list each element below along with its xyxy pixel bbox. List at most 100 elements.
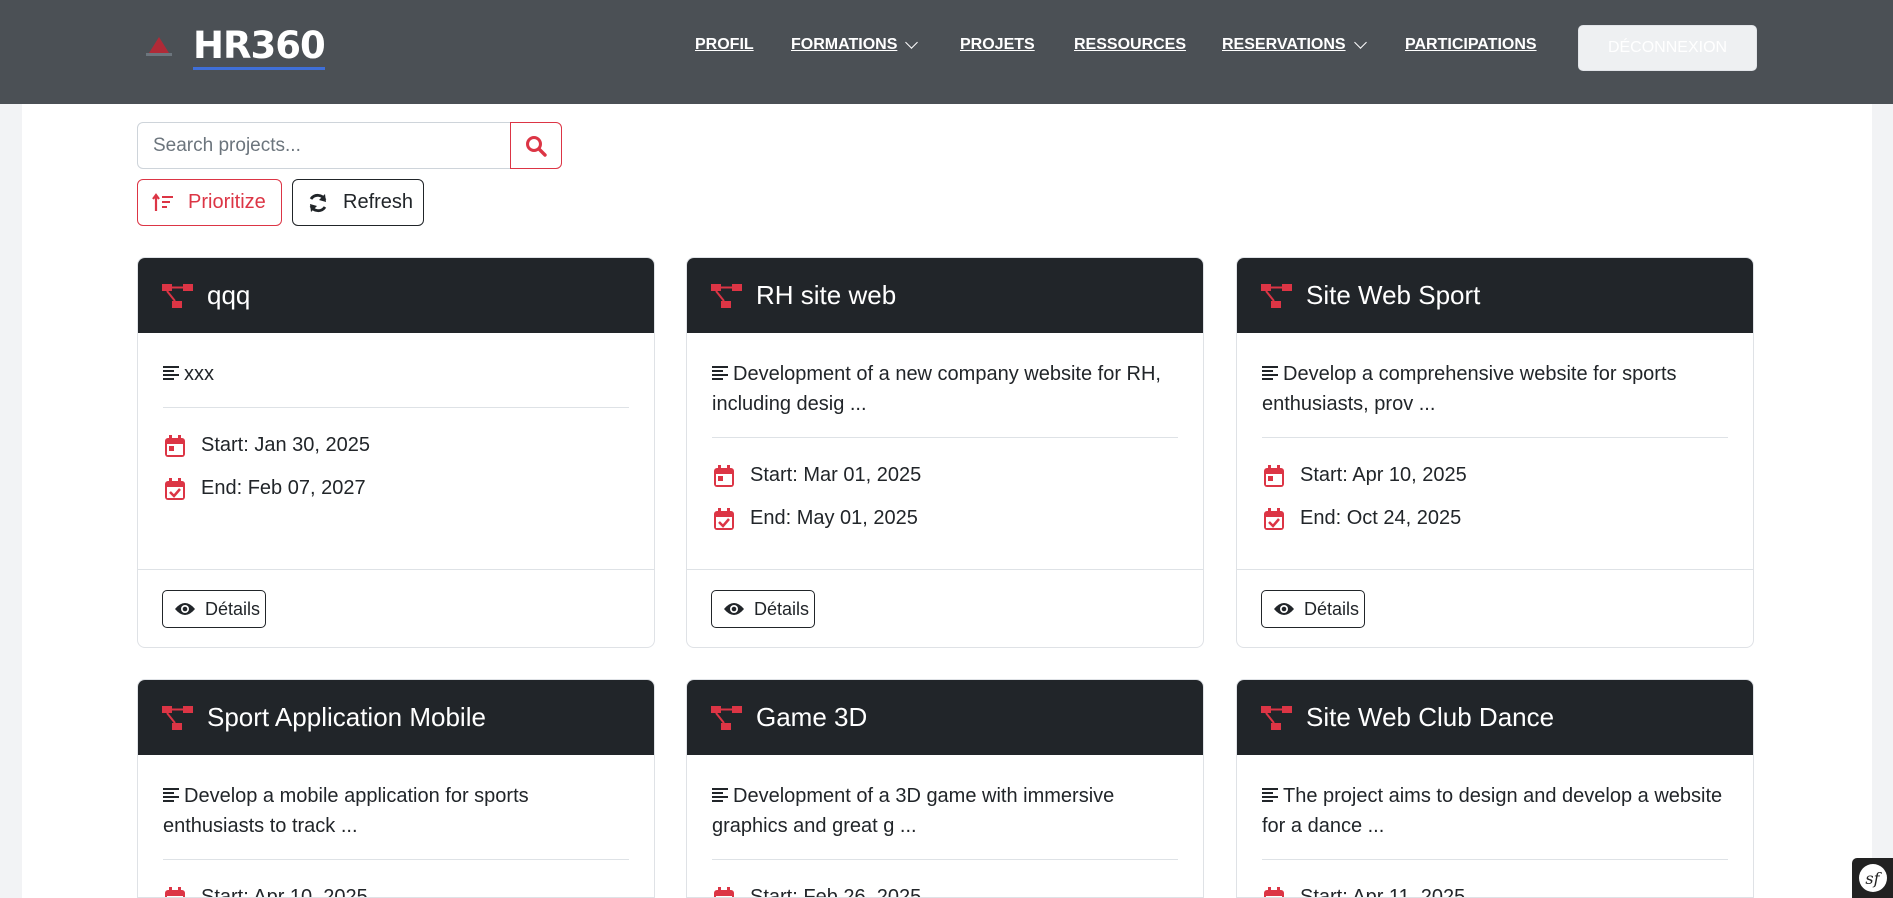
project-start-date: Start: Apr 11, 2025 [1262, 876, 1728, 898]
align-left-icon [712, 787, 728, 802]
project-description: Develop a mobile application for sports … [163, 781, 629, 841]
project-card: Site Web Sport Develop a comprehensive w… [1236, 257, 1754, 648]
project-start-date: Start: Apr 10, 2025 [163, 876, 629, 898]
prioritize-label: Prioritize [188, 191, 266, 213]
nav-formations[interactable]: FORMATIONS [791, 36, 919, 54]
align-left-icon [712, 365, 728, 380]
eye-icon [724, 603, 744, 615]
details-label: Détails [1304, 598, 1360, 619]
divider [1262, 859, 1728, 860]
calendar-icon [165, 886, 185, 897]
symfony-debug-toggle[interactable]: sf [1852, 858, 1893, 898]
calendar-check-icon [1264, 507, 1284, 530]
card-header: RH site web [687, 258, 1203, 333]
project-title: Site Web Sport [1306, 280, 1481, 310]
project-card: Site Web Club Dance The project aims to … [1236, 679, 1754, 898]
project-card: RH site web Development of a new company… [686, 257, 1204, 648]
search-button[interactable] [510, 122, 562, 169]
project-start-text: Start: Mar 01, 2025 [750, 464, 922, 486]
divider [712, 859, 1178, 860]
project-diagram-icon [711, 283, 742, 308]
project-description: Develop a comprehensive website for spor… [1262, 359, 1728, 419]
nav-formations-label: FORMATIONS [791, 36, 898, 53]
details-button[interactable]: Détails [162, 590, 266, 628]
calendar-icon [1264, 886, 1284, 897]
card-footer: Détails [1237, 569, 1753, 647]
project-end-text: End: May 01, 2025 [750, 507, 918, 529]
refresh-icon [309, 193, 327, 212]
project-description-text: xxx [184, 363, 214, 385]
logout-button[interactable]: DÉCONNEXION [1578, 25, 1757, 71]
nav-projets[interactable]: PROJETS [960, 36, 1035, 54]
nav-profil-label: PROFIL [695, 36, 754, 53]
eye-icon [175, 603, 195, 615]
card-header: Game 3D [687, 680, 1203, 755]
project-diagram-icon [162, 283, 193, 308]
project-start-text: Start: Apr 10, 2025 [201, 886, 368, 898]
project-end-date: End: May 01, 2025 [712, 497, 1178, 540]
top-navbar: HR360 PROFIL FORMATIONS PROJETS RESSOURC… [0, 0, 1893, 104]
project-description-text: The project aims to design and develop a… [1262, 785, 1723, 837]
project-description-text: Develop a mobile application for sports … [163, 785, 529, 837]
project-title: RH site web [756, 280, 897, 310]
prioritize-button[interactable]: Prioritize [137, 179, 282, 226]
details-button[interactable]: Détails [711, 590, 815, 628]
nav-reservations[interactable]: RESERVATIONS [1222, 36, 1367, 54]
project-start-text: Start: Feb 26, 2025 [750, 886, 922, 898]
calendar-check-icon [714, 507, 734, 530]
card-header: Sport Application Mobile [138, 680, 654, 755]
divider [1262, 437, 1728, 438]
card-header: Site Web Sport [1237, 258, 1753, 333]
divider [163, 407, 629, 408]
project-description: Development of a new company website for… [712, 359, 1178, 419]
divider [163, 859, 629, 860]
calendar-check-icon [165, 477, 185, 500]
search-icon [526, 135, 547, 157]
align-left-icon [1262, 365, 1278, 380]
project-title: Sport Application Mobile [207, 702, 486, 732]
align-left-icon [163, 365, 179, 380]
project-start-text: Start: Apr 10, 2025 [1300, 464, 1467, 486]
calendar-icon [1264, 464, 1284, 487]
card-footer: Détails [138, 569, 654, 647]
project-diagram-icon [711, 705, 742, 730]
project-description-text: Development of a 3D game with immersive … [712, 785, 1115, 837]
project-start-date: Start: Apr 10, 2025 [1262, 454, 1728, 497]
project-title: Site Web Club Dance [1306, 702, 1555, 732]
project-card: Game 3D Development of a 3D game with im… [686, 679, 1204, 898]
card-header: qqq [138, 258, 654, 333]
chevron-down-icon [1353, 36, 1367, 49]
align-left-icon [1262, 787, 1278, 802]
eye-icon [1274, 603, 1294, 615]
project-diagram-icon [162, 705, 193, 730]
details-button[interactable]: Détails [1261, 590, 1365, 628]
project-description: Development of a 3D game with immersive … [712, 781, 1178, 841]
project-diagram-icon [1261, 283, 1292, 308]
project-description: xxx [163, 359, 629, 389]
project-start-date: Start: Feb 26, 2025 [712, 876, 1178, 898]
project-end-text: End: Feb 07, 2027 [201, 477, 366, 499]
refresh-label: Refresh [343, 191, 414, 213]
project-end-date: End: Oct 24, 2025 [1262, 497, 1728, 540]
nav-ressources-label: RESSOURCES [1074, 36, 1187, 53]
project-description: The project aims to design and develop a… [1262, 781, 1728, 841]
refresh-button[interactable]: Refresh [292, 179, 424, 226]
nav-ressources[interactable]: RESSOURCES [1074, 36, 1186, 54]
project-start-text: Start: Apr 11, 2025 [1300, 886, 1466, 898]
sort-priority-icon [152, 192, 173, 211]
nav-participations[interactable]: PARTICIPATIONS [1405, 36, 1537, 54]
project-start-date: Start: Jan 30, 2025 [163, 424, 629, 467]
calendar-icon [165, 434, 185, 457]
nav-participations-label: PARTICIPATIONS [1405, 36, 1537, 53]
nav-profil[interactable]: PROFIL [695, 36, 754, 54]
divider [712, 437, 1178, 438]
nav-projets-label: PROJETS [960, 36, 1035, 53]
chevron-down-icon [905, 36, 919, 49]
project-start-date: Start: Mar 01, 2025 [712, 454, 1178, 497]
search-input[interactable]: Search projects... [137, 122, 511, 169]
project-description-text: Develop a comprehensive website for spor… [1262, 363, 1677, 415]
nav-reservations-label: RESERVATIONS [1222, 36, 1346, 53]
project-diagram-icon [1261, 705, 1292, 730]
details-label: Détails [754, 598, 810, 619]
project-start-text: Start: Jan 30, 2025 [201, 434, 371, 456]
